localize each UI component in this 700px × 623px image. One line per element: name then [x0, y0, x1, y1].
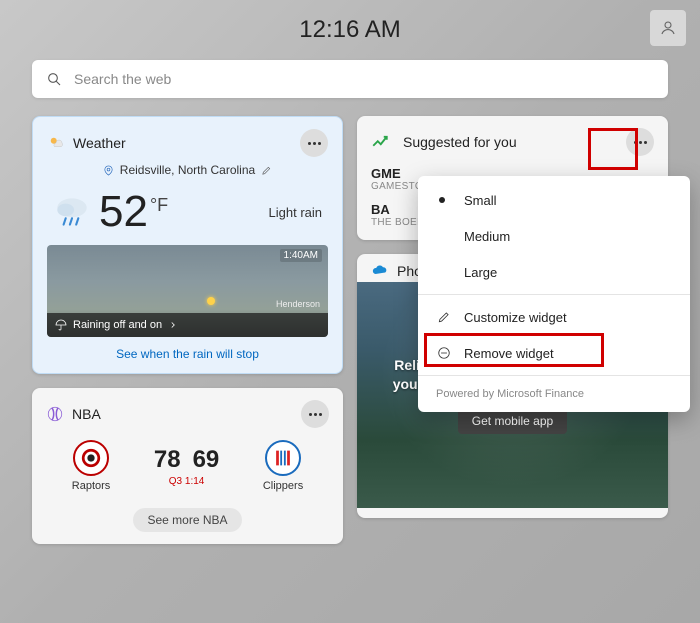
- team-b-name: Clippers: [263, 480, 303, 492]
- nba-more-button[interactable]: [301, 400, 329, 428]
- menu-size-small[interactable]: Small: [418, 182, 690, 218]
- pencil-icon: [436, 309, 452, 325]
- weather-temperature: 52: [99, 187, 148, 237]
- menu-size-large[interactable]: Large: [418, 254, 690, 290]
- umbrella-icon: [55, 319, 67, 331]
- search-bar[interactable]: [32, 60, 668, 98]
- game-period: Q3 1:14: [169, 476, 205, 487]
- map-caption: Raining off and on: [73, 319, 162, 331]
- score-b: 69: [193, 446, 220, 474]
- profile-button[interactable]: [650, 10, 686, 46]
- weather-location: Reidsville, North Carolina: [120, 163, 255, 177]
- nba-widget: NBA Raptors 78 69 Q3 1:14: [32, 388, 343, 544]
- suggested-more-button[interactable]: [626, 128, 654, 156]
- search-input[interactable]: [74, 71, 654, 87]
- score-a: 78: [154, 446, 181, 474]
- weather-icon: [47, 134, 65, 152]
- onedrive-icon: [371, 262, 389, 280]
- menu-size-medium[interactable]: Medium: [418, 218, 690, 254]
- weather-forecast-link[interactable]: See when the rain will stop: [47, 347, 328, 361]
- menu-footer: Powered by Microsoft Finance: [418, 380, 690, 406]
- chevron-right-icon: [168, 320, 178, 330]
- bullet-icon: [439, 197, 445, 203]
- weather-unit: °F: [150, 195, 168, 216]
- rain-cloud-icon: [51, 191, 93, 233]
- weather-condition: Light rain: [269, 205, 322, 220]
- menu-label: Remove widget: [464, 346, 554, 361]
- widget-context-menu: Small Medium Large Customize widget Remo…: [418, 176, 690, 412]
- menu-customize-widget[interactable]: Customize widget: [418, 299, 690, 335]
- person-icon: [659, 19, 677, 37]
- weather-more-button[interactable]: [300, 129, 328, 157]
- clock: 12:16 AM: [299, 16, 400, 44]
- menu-label: Small: [464, 193, 497, 208]
- nba-title: NBA: [72, 406, 301, 422]
- map-timestamp: 1:40AM: [280, 249, 322, 262]
- nba-more-link[interactable]: See more NBA: [133, 508, 241, 532]
- weather-widget: Weather Reidsville, North Carolina 52 °F…: [32, 116, 343, 374]
- map-city-label: Henderson: [276, 299, 320, 309]
- menu-label: Medium: [464, 229, 510, 244]
- team-a-name: Raptors: [72, 480, 111, 492]
- team-b-logo: [265, 440, 301, 476]
- weather-title: Weather: [73, 135, 300, 151]
- stocks-icon: [371, 133, 389, 151]
- remove-icon: [436, 345, 452, 361]
- nba-icon: [46, 405, 64, 423]
- search-icon: [46, 71, 62, 87]
- menu-remove-widget[interactable]: Remove widget: [418, 335, 690, 371]
- menu-separator: [418, 294, 690, 295]
- location-icon: [103, 165, 114, 176]
- team-a-logo: [73, 440, 109, 476]
- edit-icon[interactable]: [261, 165, 272, 176]
- menu-label: Large: [464, 265, 497, 280]
- menu-label: Customize widget: [464, 310, 567, 325]
- menu-separator: [418, 375, 690, 376]
- suggested-title: Suggested for you: [403, 134, 620, 150]
- weather-map[interactable]: 1:40AM Henderson Raining off and on: [47, 245, 328, 337]
